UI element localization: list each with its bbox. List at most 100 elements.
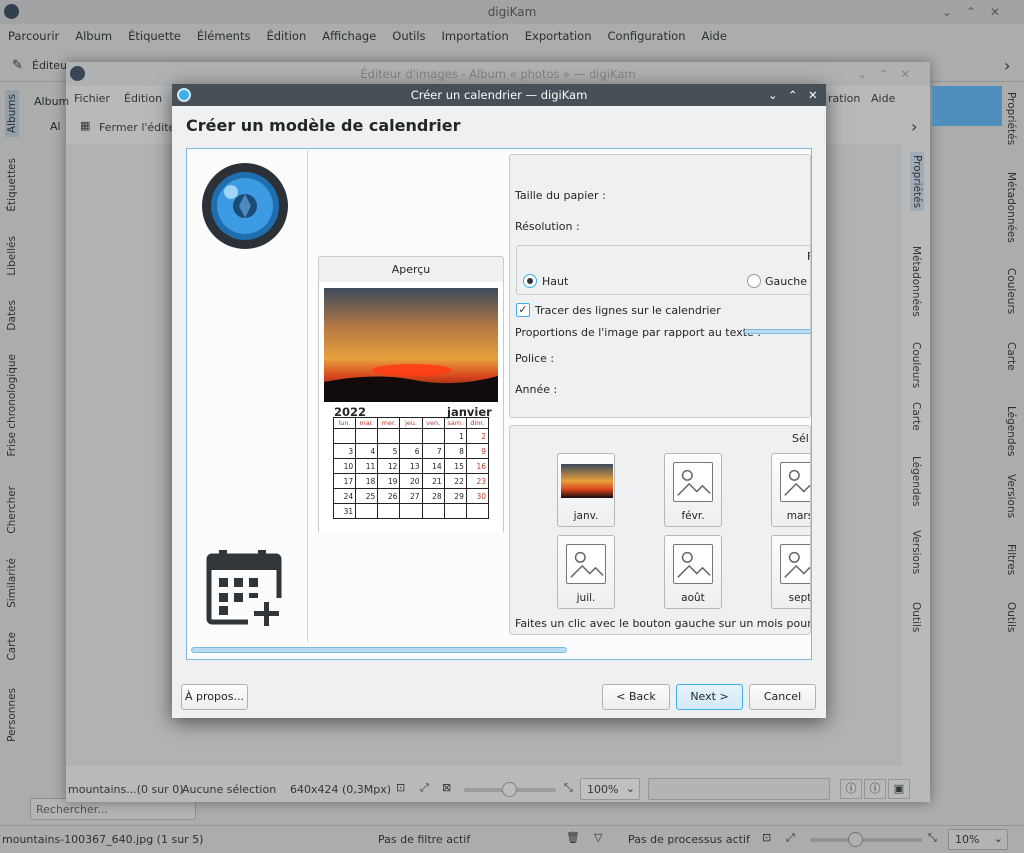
day-cell: 13 xyxy=(399,458,423,474)
day-cell: 22 xyxy=(443,473,467,489)
day-cell xyxy=(421,503,445,519)
dialog-title: Créer un calendrier — digiKam xyxy=(410,88,588,102)
day-cell xyxy=(355,503,379,519)
month-selection-title: Sél xyxy=(792,432,809,445)
image-placeholder-icon xyxy=(673,462,713,502)
day-cell: 3 xyxy=(332,443,357,459)
month-button-fevr[interactable]: févr. xyxy=(664,453,722,527)
day-cell: 5 xyxy=(377,443,401,459)
day-cell: 2 xyxy=(465,428,490,444)
month-label: mars xyxy=(786,510,811,522)
dialog-app-icon xyxy=(177,88,191,102)
day-cell: 21 xyxy=(421,473,445,489)
day-cell xyxy=(399,503,423,519)
day-cell xyxy=(465,503,490,519)
day-cell: 1 xyxy=(443,428,467,444)
day-cell: 30 xyxy=(465,488,490,504)
editor-blue-highlight xyxy=(932,86,1002,126)
week-row: 10 11 12 13 14 15 16 xyxy=(332,458,490,474)
day-cell: 19 xyxy=(377,473,401,489)
album-item[interactable]: Al xyxy=(50,120,61,133)
radio-top[interactable] xyxy=(523,274,537,288)
horizontal-scrollbar[interactable] xyxy=(191,647,567,653)
day-cell: 8 xyxy=(443,443,467,459)
maximize-icon[interactable]: ⌃ xyxy=(788,84,798,106)
weekday-row: lun. mar. mer. jeu. ven. sam. dim. xyxy=(332,417,490,429)
weekday: dim. xyxy=(465,417,490,429)
preview-page: 2022 janvier lun. mar. mer. jeu. ven. sam. dim… xyxy=(319,282,503,534)
month-selection-group: Sél janv. févr. mars juil. août sept Fai… xyxy=(509,425,811,635)
cancel-button-label: Cancel xyxy=(763,690,802,703)
day-cell xyxy=(377,503,401,519)
day-cell: 20 xyxy=(399,473,423,489)
weekday: jeu. xyxy=(399,417,423,429)
dialog-heading: Créer un modèle de calendrier xyxy=(186,116,461,135)
back-button-label: < Back xyxy=(616,690,656,703)
weekday: mar. xyxy=(355,417,379,429)
day-cell xyxy=(399,428,423,444)
weekday: ven. xyxy=(421,417,445,429)
weekday: lun. xyxy=(332,417,357,429)
radio-top-label[interactable]: Haut xyxy=(542,275,568,288)
day-cell xyxy=(332,428,357,444)
month-button-sept[interactable]: sept xyxy=(771,535,811,609)
wizard-frame: Aperçu 2022 janvier lun. mar. mer. jeu. … xyxy=(186,148,812,660)
month-button-janv[interactable]: janv. xyxy=(557,453,615,527)
day-cell: 16 xyxy=(465,458,490,474)
day-cell: 18 xyxy=(355,473,379,489)
about-button-label: À propos... xyxy=(185,690,244,703)
back-button[interactable]: < Back xyxy=(602,684,670,710)
weekday: mer. xyxy=(377,417,401,429)
radio-left[interactable] xyxy=(747,274,761,288)
ratio-slider[interactable] xyxy=(744,329,810,334)
preview-group: Aperçu 2022 janvier lun. mar. mer. jeu. … xyxy=(318,256,504,534)
close-icon[interactable]: ✕ xyxy=(808,84,818,106)
calendar-dialog: Créer un calendrier — digiKam ⌄ ⌃ ✕ Crée… xyxy=(172,84,826,718)
about-button[interactable]: À propos... xyxy=(181,684,248,710)
day-cell: 6 xyxy=(399,443,423,459)
day-cell: 4 xyxy=(355,443,379,459)
day-cell xyxy=(355,428,379,444)
image-placeholder-icon xyxy=(673,544,713,584)
month-button-juil[interactable]: juil. xyxy=(557,535,615,609)
radio-left-label[interactable]: Gauche xyxy=(765,275,807,288)
month-label: sept xyxy=(788,592,811,604)
image-position-title: F xyxy=(807,250,810,263)
dialog-title-bar: Créer un calendrier — digiKam ⌄ ⌃ ✕ xyxy=(172,84,826,106)
month-button-mars[interactable]: mars xyxy=(771,453,811,527)
draw-lines-label[interactable]: Tracer des lignes sur le calendrier xyxy=(535,304,721,317)
weekday: sam. xyxy=(443,417,467,429)
day-cell xyxy=(443,503,467,519)
next-button-label: Next > xyxy=(690,690,729,703)
day-cell xyxy=(421,428,445,444)
minimize-icon[interactable]: ⌄ xyxy=(768,84,778,106)
day-cell: 7 xyxy=(421,443,445,459)
year-label: Année : xyxy=(515,383,558,396)
next-button[interactable]: Next > xyxy=(676,684,743,710)
day-cell: 29 xyxy=(443,488,467,504)
day-cell: 14 xyxy=(421,458,445,474)
day-cell: 17 xyxy=(332,473,357,489)
month-label: janv. xyxy=(573,510,599,522)
calendar-add-icon xyxy=(206,550,286,628)
day-cell: 10 xyxy=(332,458,357,474)
day-cell: 25 xyxy=(355,488,379,504)
digikam-logo-icon xyxy=(202,163,288,249)
week-row: 3456789 xyxy=(332,443,490,459)
resolution-label: Résolution : xyxy=(515,220,580,233)
week-row: 31 xyxy=(332,503,490,519)
day-cell: 11 xyxy=(355,458,379,474)
day-cell: 12 xyxy=(377,458,401,474)
draw-lines-checkbox[interactable]: ✓ xyxy=(516,303,530,317)
month-button-aout[interactable]: août xyxy=(664,535,722,609)
week-row: 17 18 19 20 21 22 23 xyxy=(332,473,490,489)
cancel-button[interactable]: Cancel xyxy=(749,684,816,710)
image-placeholder-icon xyxy=(780,544,810,584)
day-cell: 23 xyxy=(465,473,490,489)
week-row: 12 xyxy=(332,428,490,444)
preview-title: Aperçu xyxy=(391,263,431,276)
image-position-group: F Haut Gauche xyxy=(516,245,810,295)
sunset-thumbnail xyxy=(561,464,613,498)
day-cell: 26 xyxy=(377,488,401,504)
settings-panel: Taille du papier : Résolution : F Haut G… xyxy=(509,154,811,418)
